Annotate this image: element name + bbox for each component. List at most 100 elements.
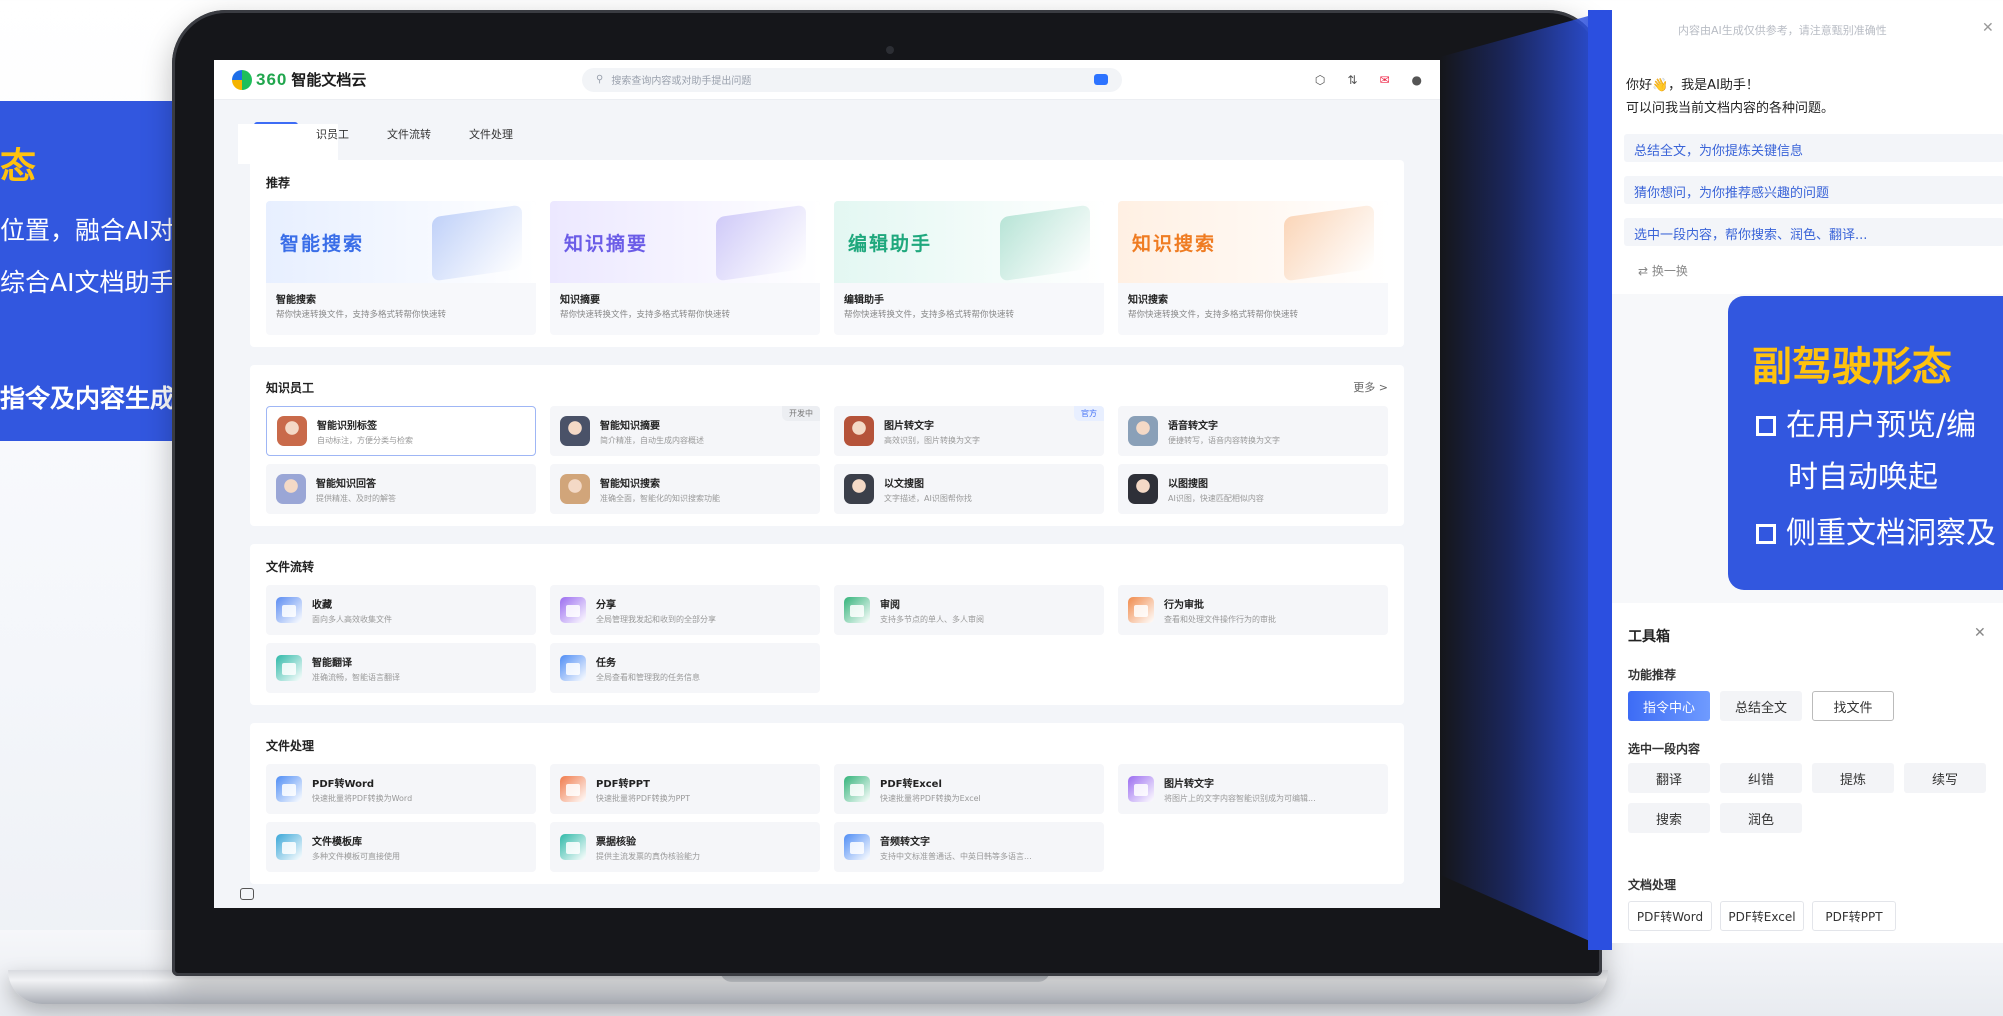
right-callout-line-1: 在用户预览/编 <box>1756 400 1976 444</box>
cube-icon[interactable]: ⬡ <box>1315 73 1325 87</box>
list-item[interactable]: PDF转Word 快速批量将PDF转换为Word <box>266 764 536 814</box>
list-item[interactable]: 分享 全局管理我发起和收到的全部分享 <box>550 585 820 635</box>
message-icon[interactable]: ✉ <box>1379 73 1389 87</box>
status-badge: 开发中 <box>782 406 820 421</box>
list-item[interactable]: 以文搜图 文字描述，AI识图帮你找 <box>834 464 1104 514</box>
toolbox-close-icon[interactable]: ✕ <box>1974 625 1986 641</box>
banner-title: 知识搜索 <box>1132 232 1217 255</box>
item-desc: 查看和处理文件操作行为的审批 <box>1164 614 1276 624</box>
logo-number: 360 <box>256 69 288 89</box>
more-link[interactable]: 更多 > <box>1353 379 1388 396</box>
item-name: 以文搜图 <box>884 478 924 490</box>
list-item[interactable]: 票据核验 提供主流发票的真伪核验能力 <box>550 822 820 872</box>
refine-button[interactable]: 提炼 <box>1812 763 1894 793</box>
recommend-card[interactable]: 知识摘要 知识摘要 帮你快速转换文件，支持多格式转帮你快速转 <box>550 201 820 335</box>
sort-icon[interactable]: ⇅ <box>1347 73 1357 87</box>
search-input[interactable]: 搜索查询内容或对助手提出问题 <box>611 72 751 87</box>
item-text: 以图搜图 AI识图，快速匹配相似内容 <box>1168 475 1264 504</box>
list-item[interactable]: 图片转文字 高效识别，图片转换为文字 官方 <box>834 406 1104 456</box>
list-item[interactable]: PDF转PPT 快速批量将PDF转换为PPT <box>550 764 820 814</box>
suggestion-select[interactable]: 选中一段内容，帮你搜索、润色、翻译... <box>1624 218 2003 246</box>
item-desc: 面向多人高效收集文件 <box>312 614 392 624</box>
polish-button[interactable]: 润色 <box>1720 803 1802 833</box>
list-item[interactable]: 审阅 支持多节点的单人、多人审阅 <box>834 585 1104 635</box>
feedback-icon[interactable] <box>240 888 254 900</box>
search-bar[interactable]: ⚲ 搜索查询内容或对助手提出问题 <box>582 67 1122 92</box>
file-process-section: 文件处理 PDF转Word 快速批量将PDF转换为Word PDF转PPT 快速批量将… <box>250 723 1404 884</box>
item-text: 智能知识搜索 准确全面，智能化的知识搜索功能 <box>600 475 720 504</box>
expansion-ribbon <box>1440 10 1610 950</box>
list-item[interactable]: 行为审批查看和处理文件操作行为的审批 <box>1118 585 1388 635</box>
list-item[interactable]: 智能识别标签 自动标注，方便分类与检索 <box>266 406 536 456</box>
item-name: 行为审批 <box>1164 599 1204 611</box>
item-desc: 准确全面，智能化的知识搜索功能 <box>600 493 720 503</box>
suggestion-summary[interactable]: 总结全文，为你提炼关键信息 <box>1624 134 2003 162</box>
logo-text: 智能文档云 <box>291 71 367 89</box>
list-item[interactable]: 语音转文字 便捷转写，语音内容转换为文字 <box>1118 406 1388 456</box>
item-name: 收藏 <box>312 599 332 611</box>
suggestion-guess[interactable]: 猜你想问，为你推荐感兴趣的问题 <box>1624 176 2003 204</box>
item-text: 图片转文字 高效识别，图片转换为文字 <box>884 417 980 446</box>
feature-icon <box>1128 776 1154 802</box>
file-flow-grid: 收藏 面向多人高效收集文件 分享 全局管理我发起和收到的全部分享 审阅 支持多节点的单人、… <box>266 585 1388 693</box>
summarize-button[interactable]: 总结全文 <box>1720 691 1802 721</box>
continue-button[interactable]: 续写 <box>1904 763 1986 793</box>
tab-knowledge-staff[interactable]: 识员工 <box>316 126 349 142</box>
close-icon[interactable]: ✕ <box>1982 20 1994 36</box>
item-name: 文件模板库 <box>312 836 362 848</box>
item-text: 语音转文字 便捷转写，语音内容转换为文字 <box>1168 417 1280 446</box>
item-text: 智能知识回答 提供精准、及时的解答 <box>316 475 396 504</box>
item-name: PDF转Excel <box>880 778 942 790</box>
list-item[interactable]: 图片转文字 将图片上的文字内容智能识别成为可编辑... <box>1118 764 1388 814</box>
translate-button[interactable]: 翻译 <box>1628 763 1710 793</box>
user-avatar-icon[interactable]: ● <box>1412 73 1422 87</box>
tab-file-flow[interactable]: 文件流转 <box>387 126 431 142</box>
pdf-to-ppt-button[interactable]: PDF转PPT <box>1812 901 1896 931</box>
command-center-button[interactable]: 指令中心 <box>1628 691 1710 721</box>
item-name: 任务 <box>596 657 616 669</box>
right-callout-text-1: 在用户预览/编 <box>1786 408 1977 443</box>
list-item[interactable]: 音频转文字 支持中文标准普通话、中英日韩等多语言... <box>834 822 1104 872</box>
top-icons: ⬡ ⇅ ✉ ● <box>1315 73 1422 87</box>
list-item[interactable]: 文件模板库 多种文件模板可直接使用 <box>266 822 536 872</box>
list-item[interactable]: 智能知识摘要 简介精准，自动生成内容概述 开发中 <box>550 406 820 456</box>
item-name: PDF转PPT <box>596 778 650 790</box>
list-item[interactable]: 任务 全局查看和管理我的任务信息 <box>550 643 820 693</box>
card-desc: 帮你快速转换文件，支持多格式转帮你快速转 <box>276 310 447 320</box>
pdf-to-word-button[interactable]: PDF转Word <box>1628 901 1712 931</box>
search-button[interactable]: 搜索 <box>1628 803 1710 833</box>
agent-avatar <box>560 474 590 504</box>
refresh-button[interactable]: ⇄ 换一换 <box>1638 262 1688 279</box>
tab-file-process[interactable]: 文件处理 <box>469 126 513 142</box>
refresh-label: 换一换 <box>1651 264 1688 278</box>
camera-icon <box>886 46 894 54</box>
recommend-card[interactable]: 编辑助手 编辑助手 帮你快速转换文件，支持多格式转帮你快速转 <box>834 201 1104 335</box>
find-file-button[interactable]: 找文件 <box>1812 691 1894 721</box>
item-desc: 自动标注，方便分类与检索 <box>317 435 413 445</box>
camera-search-icon[interactable] <box>1094 73 1108 85</box>
list-item[interactable]: 收藏面向多人高效收集文件 <box>266 585 536 635</box>
list-item[interactable]: 以图搜图 AI识图，快速匹配相似内容 <box>1118 464 1388 514</box>
left-callout-line-2: 综合AI文档助手能 <box>0 268 200 297</box>
item-desc: 快速批量将PDF转换为Excel <box>880 793 981 803</box>
item-text: 智能翻译 准确流畅，智能语言翻译 <box>312 654 400 683</box>
knowledge-staff-grid: 智能识别标签 自动标注，方便分类与检索 智能知识摘要 简介精准，自动生成内容概述 开发中… <box>266 406 1388 514</box>
toolbox-title: 工具箱 <box>1628 629 1670 645</box>
list-item[interactable]: PDF转Excel 快速批量将PDF转换为Excel <box>834 764 1104 814</box>
correct-button[interactable]: 纠错 <box>1720 763 1802 793</box>
feature-icon <box>844 776 870 802</box>
recommend-card[interactable]: 知识搜索 知识搜索 帮你快速转换文件，支持多格式转帮你快速转 <box>1118 201 1388 335</box>
list-item[interactable]: 智能知识搜索 准确全面，智能化的知识搜索功能 <box>550 464 820 514</box>
pdf-to-excel-button[interactable]: PDF转Excel <box>1720 901 1804 931</box>
item-text: 票据核验 提供主流发票的真伪核验能力 <box>596 833 700 862</box>
bullet-square-icon <box>1756 524 1776 544</box>
app-screen: 360 智能文档云 ⚲ 搜索查询内容或对助手提出问题 ⬡ ⇅ ✉ ● 识员工 文… <box>214 60 1440 908</box>
agent-avatar <box>1128 416 1158 446</box>
app-logo[interactable]: 360 智能文档云 <box>232 69 582 90</box>
status-badge: 官方 <box>1074 406 1104 421</box>
list-item[interactable]: 智能翻译 准确流畅，智能语言翻译 <box>266 643 536 693</box>
recommend-card[interactable]: 智能搜索 智能搜索 帮你快速转换文件，支持多格式转帮你快速转 <box>266 201 536 335</box>
list-item[interactable]: 智能知识回答 提供精准、及时的解答 <box>266 464 536 514</box>
item-name: 智能知识回答 <box>316 478 376 490</box>
item-text: 音频转文字 支持中文标准普通话、中英日韩等多语言... <box>880 833 1032 862</box>
